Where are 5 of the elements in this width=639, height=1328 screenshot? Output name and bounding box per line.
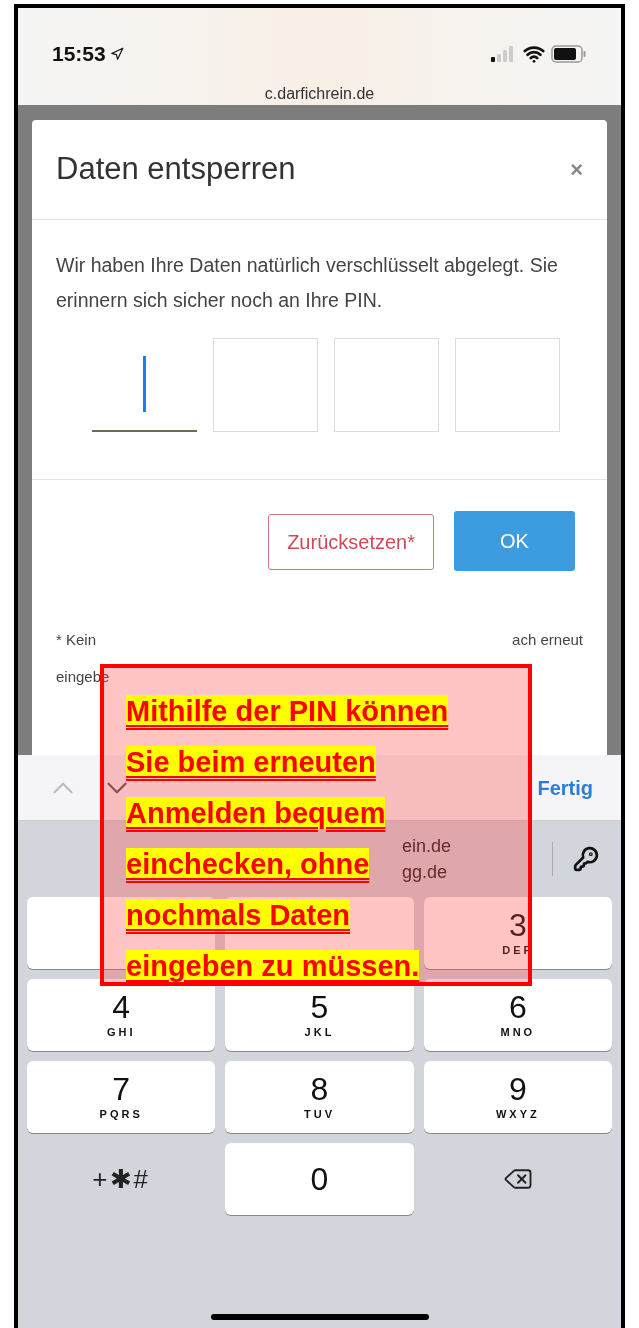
clock-time: 15:53 — [52, 41, 106, 67]
dialog-message: Wir haben Ihre Daten natürlich verschlüsselt abgelegt. Sie erinnern sich sicher noch an Ihre PIN. — [55, 253, 559, 313]
footnote-fragment: ach erneut — [512, 630, 583, 650]
dialog-title: Daten entsperren — [56, 150, 296, 189]
footnote-fragment: * Kein — [56, 630, 97, 650]
